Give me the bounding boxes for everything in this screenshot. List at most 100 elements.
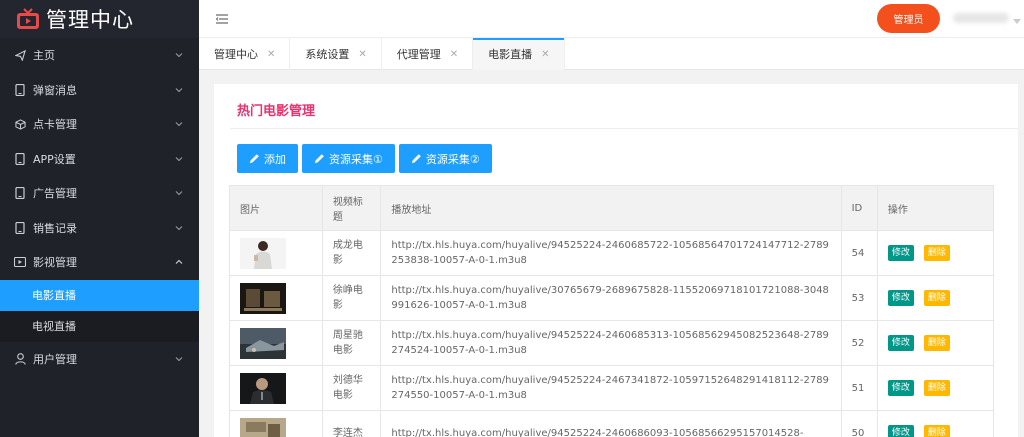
video-submenu: 电影直播 电视直播 <box>0 279 199 342</box>
content-card: 热门电影管理 添加 资源采集① 资源采集② 图片 视频标题 播放地址 ID 操作 <box>214 84 1018 437</box>
tablet-icon <box>14 83 26 96</box>
add-button[interactable]: 添加 <box>237 144 298 173</box>
sidebar-item-home[interactable]: 主页 <box>0 38 199 73</box>
tab-admin-center[interactable]: 管理中心 ✕ <box>199 38 291 70</box>
sidebar-item-label: 主页 <box>33 49 55 63</box>
app-logo[interactable]: 管理中心 <box>0 0 199 38</box>
cube-icon <box>14 118 26 130</box>
movie-thumbnail[interactable] <box>240 417 286 437</box>
url-cell: http://tx.hls.huya.com/huyalive/94525224… <box>380 230 842 276</box>
edit-button[interactable]: 修改 <box>887 425 914 437</box>
thumbnail-cell <box>229 320 323 366</box>
edit-button[interactable]: 修改 <box>887 335 914 351</box>
delete-button[interactable]: 删除 <box>923 425 950 437</box>
play-icon <box>14 256 26 268</box>
movie-thumbnail[interactable] <box>240 282 286 314</box>
chevron-down-icon <box>175 155 183 163</box>
id-cell: 54 <box>840 230 878 276</box>
paper-plane-icon <box>14 49 26 61</box>
close-icon[interactable]: ✕ <box>267 49 275 60</box>
sidebar-item-popup-messages[interactable]: 弹窗消息 <box>0 73 199 108</box>
close-icon[interactable]: ✕ <box>541 49 549 60</box>
thumbnail-cell <box>229 230 323 276</box>
edit-button[interactable]: 修改 <box>887 380 914 396</box>
column-header-image: 图片 <box>229 185 323 231</box>
thumbnail-cell <box>229 410 323 437</box>
sidebar-item-ad-management[interactable]: 广告管理 <box>0 176 199 211</box>
thumbnail-cell <box>229 365 323 411</box>
app-title: 管理中心 <box>46 8 134 32</box>
delete-button[interactable]: 删除 <box>923 335 950 351</box>
pencil-icon <box>314 154 324 164</box>
tab-movie-live[interactable]: 电影直播 ✕ <box>473 38 565 70</box>
sidebar-item-app-settings[interactable]: APP设置 <box>0 142 199 177</box>
tab-system-settings[interactable]: 系统设置 ✕ <box>290 38 382 70</box>
sidebar-item-label: 广告管理 <box>33 187 77 201</box>
close-icon[interactable]: ✕ <box>450 49 458 60</box>
id-cell: 52 <box>840 320 878 366</box>
table-row: 成龙电影 http://tx.hls.huya.com/huyalive/945… <box>229 230 995 276</box>
url-cell: http://tx.hls.huya.com/huyalive/94525224… <box>380 410 842 437</box>
title-cell: 成龙电影 <box>321 230 382 276</box>
divider <box>230 128 1018 129</box>
tablet-icon <box>14 187 26 200</box>
id-cell: 53 <box>840 275 878 321</box>
chevron-down-icon <box>175 224 183 232</box>
collect-resources-2-button[interactable]: 资源采集② <box>398 144 492 173</box>
edit-button[interactable]: 修改 <box>887 245 914 261</box>
top-header: 管理员 <box>199 0 1024 38</box>
tablet-icon <box>14 152 26 165</box>
page-title: 热门电影管理 <box>237 104 316 119</box>
sidebar-item-user-management[interactable]: 用户管理 <box>0 342 199 377</box>
column-header-url: 播放地址 <box>380 185 842 231</box>
tab-agent-management[interactable]: 代理管理 ✕ <box>382 38 474 70</box>
tab-label: 管理中心 <box>214 48 258 61</box>
table-row: 周星驰电影 http://tx.hls.huya.com/huyalive/94… <box>229 320 995 366</box>
movie-thumbnail[interactable] <box>240 237 286 269</box>
caret-down-icon[interactable] <box>1013 15 1021 24</box>
sidebar-item-movie-live[interactable]: 电影直播 <box>0 279 199 311</box>
tv-icon <box>17 8 39 29</box>
button-label: 添加 <box>264 152 286 166</box>
url-cell: http://tx.hls.huya.com/huyalive/94525224… <box>380 320 842 366</box>
sidebar-item-label: 弹窗消息 <box>33 83 77 97</box>
sidebar-item-tv-live[interactable]: 电视直播 <box>0 311 199 342</box>
movie-thumbnail[interactable] <box>240 372 286 404</box>
pencil-icon <box>249 154 259 164</box>
chevron-down-icon <box>175 86 183 94</box>
button-label: 资源采集② <box>425 152 480 166</box>
sidebar-item-card-management[interactable]: 点卡管理 <box>0 107 199 142</box>
collect-resources-1-button[interactable]: 资源采集① <box>302 144 395 173</box>
scrollbar-track[interactable] <box>1018 70 1024 437</box>
actions-cell: 修改 删除 <box>876 410 995 437</box>
menu-collapse-icon[interactable] <box>215 12 229 26</box>
edit-button[interactable]: 修改 <box>887 290 914 306</box>
sidebar-item-label: APP设置 <box>33 152 76 166</box>
id-cell: 50 <box>840 410 878 437</box>
movie-thumbnail[interactable] <box>240 327 286 359</box>
table-row: 刘德华电影 http://tx.hls.huya.com/huyalive/94… <box>229 365 995 411</box>
role-button[interactable]: 管理员 <box>877 4 940 33</box>
actions-cell: 修改 删除 <box>876 275 995 321</box>
table-row: 李连杰 http://tx.hls.huya.com/huyalive/9452… <box>229 410 995 437</box>
tab-label: 代理管理 <box>396 48 441 61</box>
table-header-row: 图片 视频标题 播放地址 ID 操作 <box>229 185 995 231</box>
url-cell: http://tx.hls.huya.com/huyalive/30765679… <box>380 275 842 321</box>
sidebar-item-label: 销售记录 <box>33 221 77 235</box>
sidebar-item-label: 影视管理 <box>33 256 77 270</box>
close-icon[interactable]: ✕ <box>358 49 366 60</box>
username-blurred[interactable] <box>953 13 1009 23</box>
sidebar-item-sales-records[interactable]: 销售记录 <box>0 211 199 246</box>
title-cell: 徐峥电影 <box>321 275 382 321</box>
delete-button[interactable]: 删除 <box>923 245 950 261</box>
delete-button[interactable]: 删除 <box>923 290 950 306</box>
actions-cell: 修改 删除 <box>876 365 995 411</box>
chevron-down-icon <box>175 355 183 363</box>
tablet-icon <box>14 221 26 234</box>
chevron-down-icon <box>175 120 183 128</box>
pencil-icon <box>411 154 421 164</box>
delete-button[interactable]: 删除 <box>923 380 950 396</box>
tab-label: 电影直播 <box>488 48 533 61</box>
sidebar-item-video-management[interactable]: 影视管理 <box>0 245 199 280</box>
tab-label: 系统设置 <box>305 48 350 61</box>
